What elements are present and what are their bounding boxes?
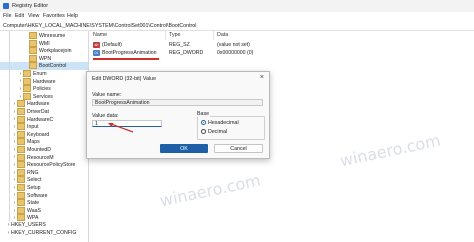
dialog-title: Edit DWORD (32-bit) Value [92, 76, 157, 82]
value-data-label: Value data: [92, 113, 119, 119]
tree-item-label: WPA [27, 215, 39, 222]
cancel-button[interactable]: Cancel [214, 144, 263, 153]
folder-icon [23, 70, 31, 77]
close-icon[interactable]: × [260, 74, 264, 81]
folder-icon [17, 123, 25, 131]
tree-item-label: MountedD [27, 146, 51, 153]
hexadecimal-label[interactable]: Hexadecimal [208, 120, 239, 126]
highlight-underline [93, 58, 159, 60]
folder-icon [17, 108, 25, 115]
tree-item-label: Select [27, 177, 42, 184]
dword-value-icon: 01 [93, 50, 100, 56]
tree-item[interactable]: › HKEY_CURRENT_CONFIG [0, 230, 88, 238]
menu-file[interactable]: File [3, 13, 12, 19]
watermark: winaero.com [158, 170, 263, 211]
title-bar: Registry Editor [0, 0, 474, 12]
menu-bar: File Edit View Favorites Help [0, 12, 474, 21]
folder-icon [29, 54, 37, 62]
folder-icon [17, 184, 25, 191]
tree-item-label: WaaS [27, 207, 41, 214]
value-name-label: Value name: [92, 92, 122, 98]
value-data: (value not set) [217, 42, 250, 48]
tree-item-label: Hardware [27, 101, 50, 108]
tree-item-label: Enum [33, 70, 47, 77]
tree-item-label: BootControl [39, 63, 67, 70]
tree-item-label: RNG [27, 169, 39, 176]
menu-help[interactable]: Help [67, 13, 78, 19]
annotation-arrow-icon [108, 123, 134, 133]
decimal-radio[interactable] [201, 129, 206, 134]
key-tree[interactable]: Winresume WMI Workplacejoin WPN BootControl ›… [0, 31, 89, 242]
value-data: 0x00000000 (0) [217, 50, 254, 56]
menu-view[interactable]: View [28, 13, 39, 19]
folder-icon [17, 146, 25, 153]
tree-item-label: HKEY_CURRENT_CONFIG [11, 229, 77, 236]
tree-item-label: HKEY_USERS [11, 222, 46, 228]
table-row[interactable]: ab (Default) REG_SZ (value not set) [89, 41, 474, 49]
folder-icon [29, 32, 37, 39]
folder-icon [17, 100, 25, 108]
address-bar[interactable]: Computer\HKEY_LOCAL_MACHINE\SYSTEM\Contr… [0, 21, 474, 31]
value-name: BootProgressAnimation [102, 50, 157, 56]
folder-icon [29, 62, 37, 70]
tree-item-label: DriverDat [27, 108, 49, 115]
menu-favorites[interactable]: Favorites [43, 13, 65, 19]
folder-icon [29, 39, 37, 47]
value-name-field[interactable]: BootProgressAnimation [92, 99, 263, 106]
ok-button[interactable]: OK [160, 144, 208, 153]
folder-icon [17, 199, 25, 207]
value-name: (Default) [102, 42, 122, 48]
folder-icon [23, 77, 31, 85]
folder-icon [17, 168, 25, 176]
folder-icon [17, 161, 25, 169]
tree-item-label: Winresume [39, 32, 66, 39]
watermark: winaero.com [338, 130, 443, 171]
hexadecimal-radio[interactable] [201, 120, 206, 125]
folder-icon [23, 92, 31, 100]
tree-item-label: ResourcePolicyStore [27, 162, 76, 169]
address-path[interactable]: Computer\HKEY_LOCAL_MACHINE\SYSTEM\Contr… [3, 23, 196, 29]
folder-icon [17, 176, 25, 184]
folder-icon [17, 115, 25, 123]
column-separator[interactable] [213, 31, 214, 40]
column-type-header[interactable]: Type [169, 32, 180, 38]
value-type: REG_SZ [169, 42, 190, 48]
decimal-label[interactable]: Decimal [208, 129, 227, 135]
folder-icon [29, 47, 37, 55]
folder-icon [17, 206, 25, 214]
tree-guide-line [9, 31, 10, 221]
registry-editor-icon [3, 3, 9, 9]
tree-item-label: WMI [39, 40, 50, 47]
tree-item-label: Software [27, 192, 48, 199]
tree-item-label: WPN [39, 55, 52, 62]
tree-item-label: ResourceM [27, 154, 54, 161]
folder-icon [17, 130, 25, 138]
tree-item-label: Workplacejoin [39, 48, 72, 55]
folder-icon [23, 85, 31, 93]
tree-item-label: Services [33, 93, 53, 100]
tree-item-label: Input [27, 124, 39, 131]
string-value-icon: ab [93, 42, 100, 48]
tree-item-label: Hardware [33, 78, 56, 85]
column-separator[interactable] [165, 31, 166, 40]
window-title: Registry Editor [12, 3, 49, 9]
tree-item-label: Setup [27, 184, 41, 191]
tree-item-label: HardwareC [27, 116, 54, 123]
folder-icon [17, 138, 25, 146]
folder-icon [17, 214, 25, 222]
base-label: Base [197, 111, 211, 117]
menu-edit[interactable]: Edit [15, 13, 24, 19]
column-data-header[interactable]: Data [217, 32, 228, 38]
folder-icon [17, 153, 25, 161]
value-type: REG_DWORD [169, 50, 204, 56]
tree-item-label: Policies [33, 86, 51, 93]
table-row[interactable]: 01 BootProgressAnimation REG_DWORD 0x000… [89, 49, 474, 57]
tree-item-label: State [27, 200, 40, 207]
tree-item-label: Keyboard [27, 131, 50, 138]
tree-item-label: Maps [27, 139, 40, 146]
folder-icon [17, 191, 25, 199]
edit-dword-dialog: Edit DWORD (32-bit) Value × Value name: … [86, 71, 270, 159]
column-name-header[interactable]: Name [93, 32, 107, 38]
